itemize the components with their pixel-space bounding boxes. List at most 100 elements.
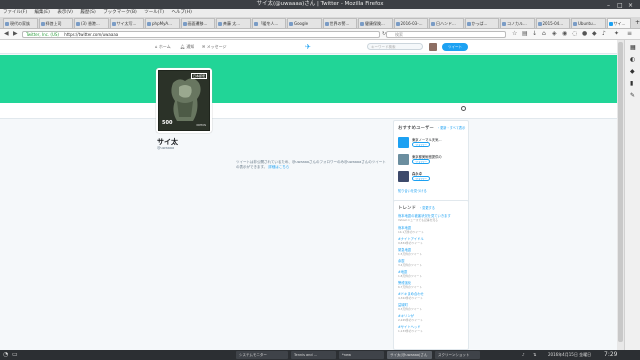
forward-icon[interactable]: ▶ xyxy=(13,31,18,37)
favicon-icon xyxy=(182,22,187,26)
follow-button[interactable]: フォロー xyxy=(412,159,430,164)
sidebar-tool-icon[interactable]: ◐ xyxy=(630,56,635,63)
taskbar-item[interactable]: システムモニター xyxy=(236,351,288,359)
menu-hamburger-icon[interactable]: ≡ xyxy=(627,31,632,37)
menu-edit[interactable]: 編集(E) xyxy=(35,10,50,15)
menu-file[interactable]: ファイル(F) xyxy=(3,10,27,15)
menu-bookmarks[interactable]: ブックマーク(B) xyxy=(103,10,137,15)
favicon-icon xyxy=(502,22,506,26)
desktop-icon[interactable]: ▭ xyxy=(12,350,18,360)
trend-item[interactable]: 熊本地震 14.1万件のツイート xyxy=(398,225,468,234)
download-icon[interactable]: ↓ xyxy=(532,31,537,37)
browser-tab[interactable]: コノカル... xyxy=(500,18,535,28)
addon-icon[interactable]: ◉ xyxy=(562,31,567,37)
page-scrollbar[interactable] xyxy=(617,40,624,350)
start-menu-icon[interactable]: ◔ xyxy=(3,350,8,360)
browser-tab[interactable]: 拝啓上司 xyxy=(38,18,73,28)
trend-item[interactable]: #キリンが 2,245件のツイート xyxy=(398,313,468,322)
addon-icon[interactable]: ● xyxy=(582,31,587,37)
url-bar[interactable]: Twitter, Inc. (US) https://twitter.com/u… xyxy=(22,31,380,38)
browser-tab[interactable]: phpMyA... xyxy=(145,18,180,28)
volume-icon[interactable]: ♪ xyxy=(522,350,525,360)
taskbar-item[interactable]: *new xyxy=(339,351,384,359)
twitter-nav-messages[interactable]: ✉ メッセージ xyxy=(202,44,227,50)
browser-tab[interactable]: サイ太写... xyxy=(109,18,144,28)
browser-tab[interactable]: Google xyxy=(287,18,322,28)
browser-tab-active[interactable]: サイ... xyxy=(606,18,631,28)
taskbar-item-active[interactable]: サイ太(@uwaaaa)さん xyxy=(387,351,432,359)
protected-learn-more-link[interactable]: 詳細はこちら xyxy=(268,165,289,169)
home-icon[interactable]: ⌂ xyxy=(542,31,546,37)
browser-tab[interactable]: 2016-03-... xyxy=(393,18,428,28)
scrollbar-thumb[interactable] xyxy=(618,42,623,342)
sidebar-tool-icon[interactable]: ▦ xyxy=(630,44,636,51)
trend-item[interactable]: 警戒強化 6.7万件のツイート xyxy=(398,280,468,289)
browser-tab[interactable]: 画面遷移... xyxy=(180,18,215,28)
find-friends-link[interactable]: 知り合いを見つける xyxy=(398,188,427,193)
gear-icon[interactable] xyxy=(461,106,466,111)
browser-search-input[interactable]: 検索 xyxy=(386,31,506,38)
trend-item[interactable]: #サイトヘッド 1,133件のツイート xyxy=(398,324,468,333)
recommend-links[interactable]: ・更新・すべて表示 xyxy=(437,126,465,130)
back-icon[interactable]: ◀ xyxy=(4,31,9,37)
reading-list-icon[interactable]: ▤ xyxy=(522,31,528,37)
trends-card: トレンド ・変更する 熊本地震の被害状況を見ていきます Yahoo!ニュースでも記事… xyxy=(393,200,469,350)
sidebar-tool-icon[interactable]: ▮ xyxy=(630,80,633,87)
trend-count: 1.5万件のツイート xyxy=(398,252,423,256)
tweet-button[interactable]: ツイート xyxy=(442,43,468,51)
browser-tab[interactable]: 日ハンド... xyxy=(429,18,464,28)
browser-tab[interactable]: 2015-04... xyxy=(535,18,570,28)
browser-tab[interactable]: Ubuntu... xyxy=(571,18,606,28)
menu-view[interactable]: 表示(V) xyxy=(57,10,73,15)
taskbar-time[interactable]: 7:29 xyxy=(604,350,617,360)
trend-count: 2,245件のツイート xyxy=(398,318,423,322)
taskbar-date[interactable]: 2016年4月15日 金曜日 xyxy=(548,350,591,360)
twitter-search-input[interactable]: キーワード検索 xyxy=(367,43,423,50)
browser-tab[interactable]: (3) 香港... xyxy=(74,18,109,28)
recommend-user-avatar[interactable] xyxy=(398,137,409,148)
account-avatar[interactable] xyxy=(429,43,437,51)
follow-button[interactable]: フォロー xyxy=(412,142,430,147)
twitter-search-placeholder: キーワード検索 xyxy=(371,45,396,49)
menu-history[interactable]: 履歴(S) xyxy=(80,10,95,15)
recommend-user-avatar[interactable] xyxy=(398,171,409,182)
addon-icon[interactable]: ✦ xyxy=(614,31,619,37)
recommend-user-avatar[interactable] xyxy=(398,154,409,165)
browser-tab[interactable]: かっぱ... xyxy=(464,18,499,28)
trend-item[interactable]: #地震 1.8万件のツイート xyxy=(398,269,468,278)
trend-item[interactable]: #ドキまめ合わせ 4,322件のツイート xyxy=(398,291,468,300)
menu-tools[interactable]: ツール(T) xyxy=(144,10,164,15)
twitter-bird-icon[interactable]: ✈ xyxy=(305,43,311,51)
browser-tab[interactable]: 現代の家族 xyxy=(3,18,38,28)
secure-identity-label[interactable]: Twitter, Inc. (US) xyxy=(26,32,59,37)
trend-item[interactable]: 熊本地震の被害状況を見ていきます Yahoo!ニュースでも記事を見る xyxy=(398,213,468,222)
browser-tab[interactable]: 「暖冬人... xyxy=(251,18,286,28)
new-tab-button[interactable]: + xyxy=(635,18,640,28)
trend-item[interactable]: 余震 3.4万件のツイート xyxy=(398,258,468,267)
twitter-nav-notifications[interactable]: 🔔︎ 通知 xyxy=(180,44,194,50)
trend-item[interactable]: 益城町 9.3万件のツイート xyxy=(398,302,468,311)
bookmark-star-icon[interactable]: ☆ xyxy=(512,31,517,37)
network-icon[interactable]: ⇅ xyxy=(533,350,536,360)
trend-item[interactable]: 緊急地震 1.5万件のツイート xyxy=(398,247,468,256)
browser-tab[interactable]: 斉藤 太... xyxy=(216,18,251,28)
follow-button[interactable]: フォロー xyxy=(412,176,430,181)
favicon-icon xyxy=(147,22,151,26)
addon-icon[interactable]: ◌ xyxy=(572,31,577,37)
twitter-nav-home[interactable]: ⌂ ホーム xyxy=(155,44,171,50)
profile-avatar[interactable]: 日本郵便 500 NIPPON xyxy=(156,68,212,133)
browser-tab[interactable]: 世界の警... xyxy=(322,18,357,28)
sidebar-tool-icon[interactable]: ✎ xyxy=(630,92,635,99)
addon-icon[interactable]: ♪ xyxy=(602,31,606,37)
taskbar-item[interactable]: スクリーンショット xyxy=(435,351,480,359)
taskbar-item-label: システムモニター xyxy=(239,353,267,357)
trend-item[interactable]: #ナイトアイドル 9,834件のツイート xyxy=(398,236,468,245)
browser-tab[interactable]: 健康保険... xyxy=(358,18,393,28)
taskbar-item[interactable]: Tennis and ... xyxy=(291,351,336,359)
pocket-icon[interactable]: ◈ xyxy=(552,31,557,37)
trends-change-link[interactable]: ・変更する xyxy=(419,206,435,210)
sidebar-tool-icon[interactable]: ◆ xyxy=(630,68,635,75)
menu-help[interactable]: ヘルプ(H) xyxy=(171,10,191,15)
addon-icon[interactable]: ◆ xyxy=(592,31,597,37)
profile-banner xyxy=(0,55,617,103)
